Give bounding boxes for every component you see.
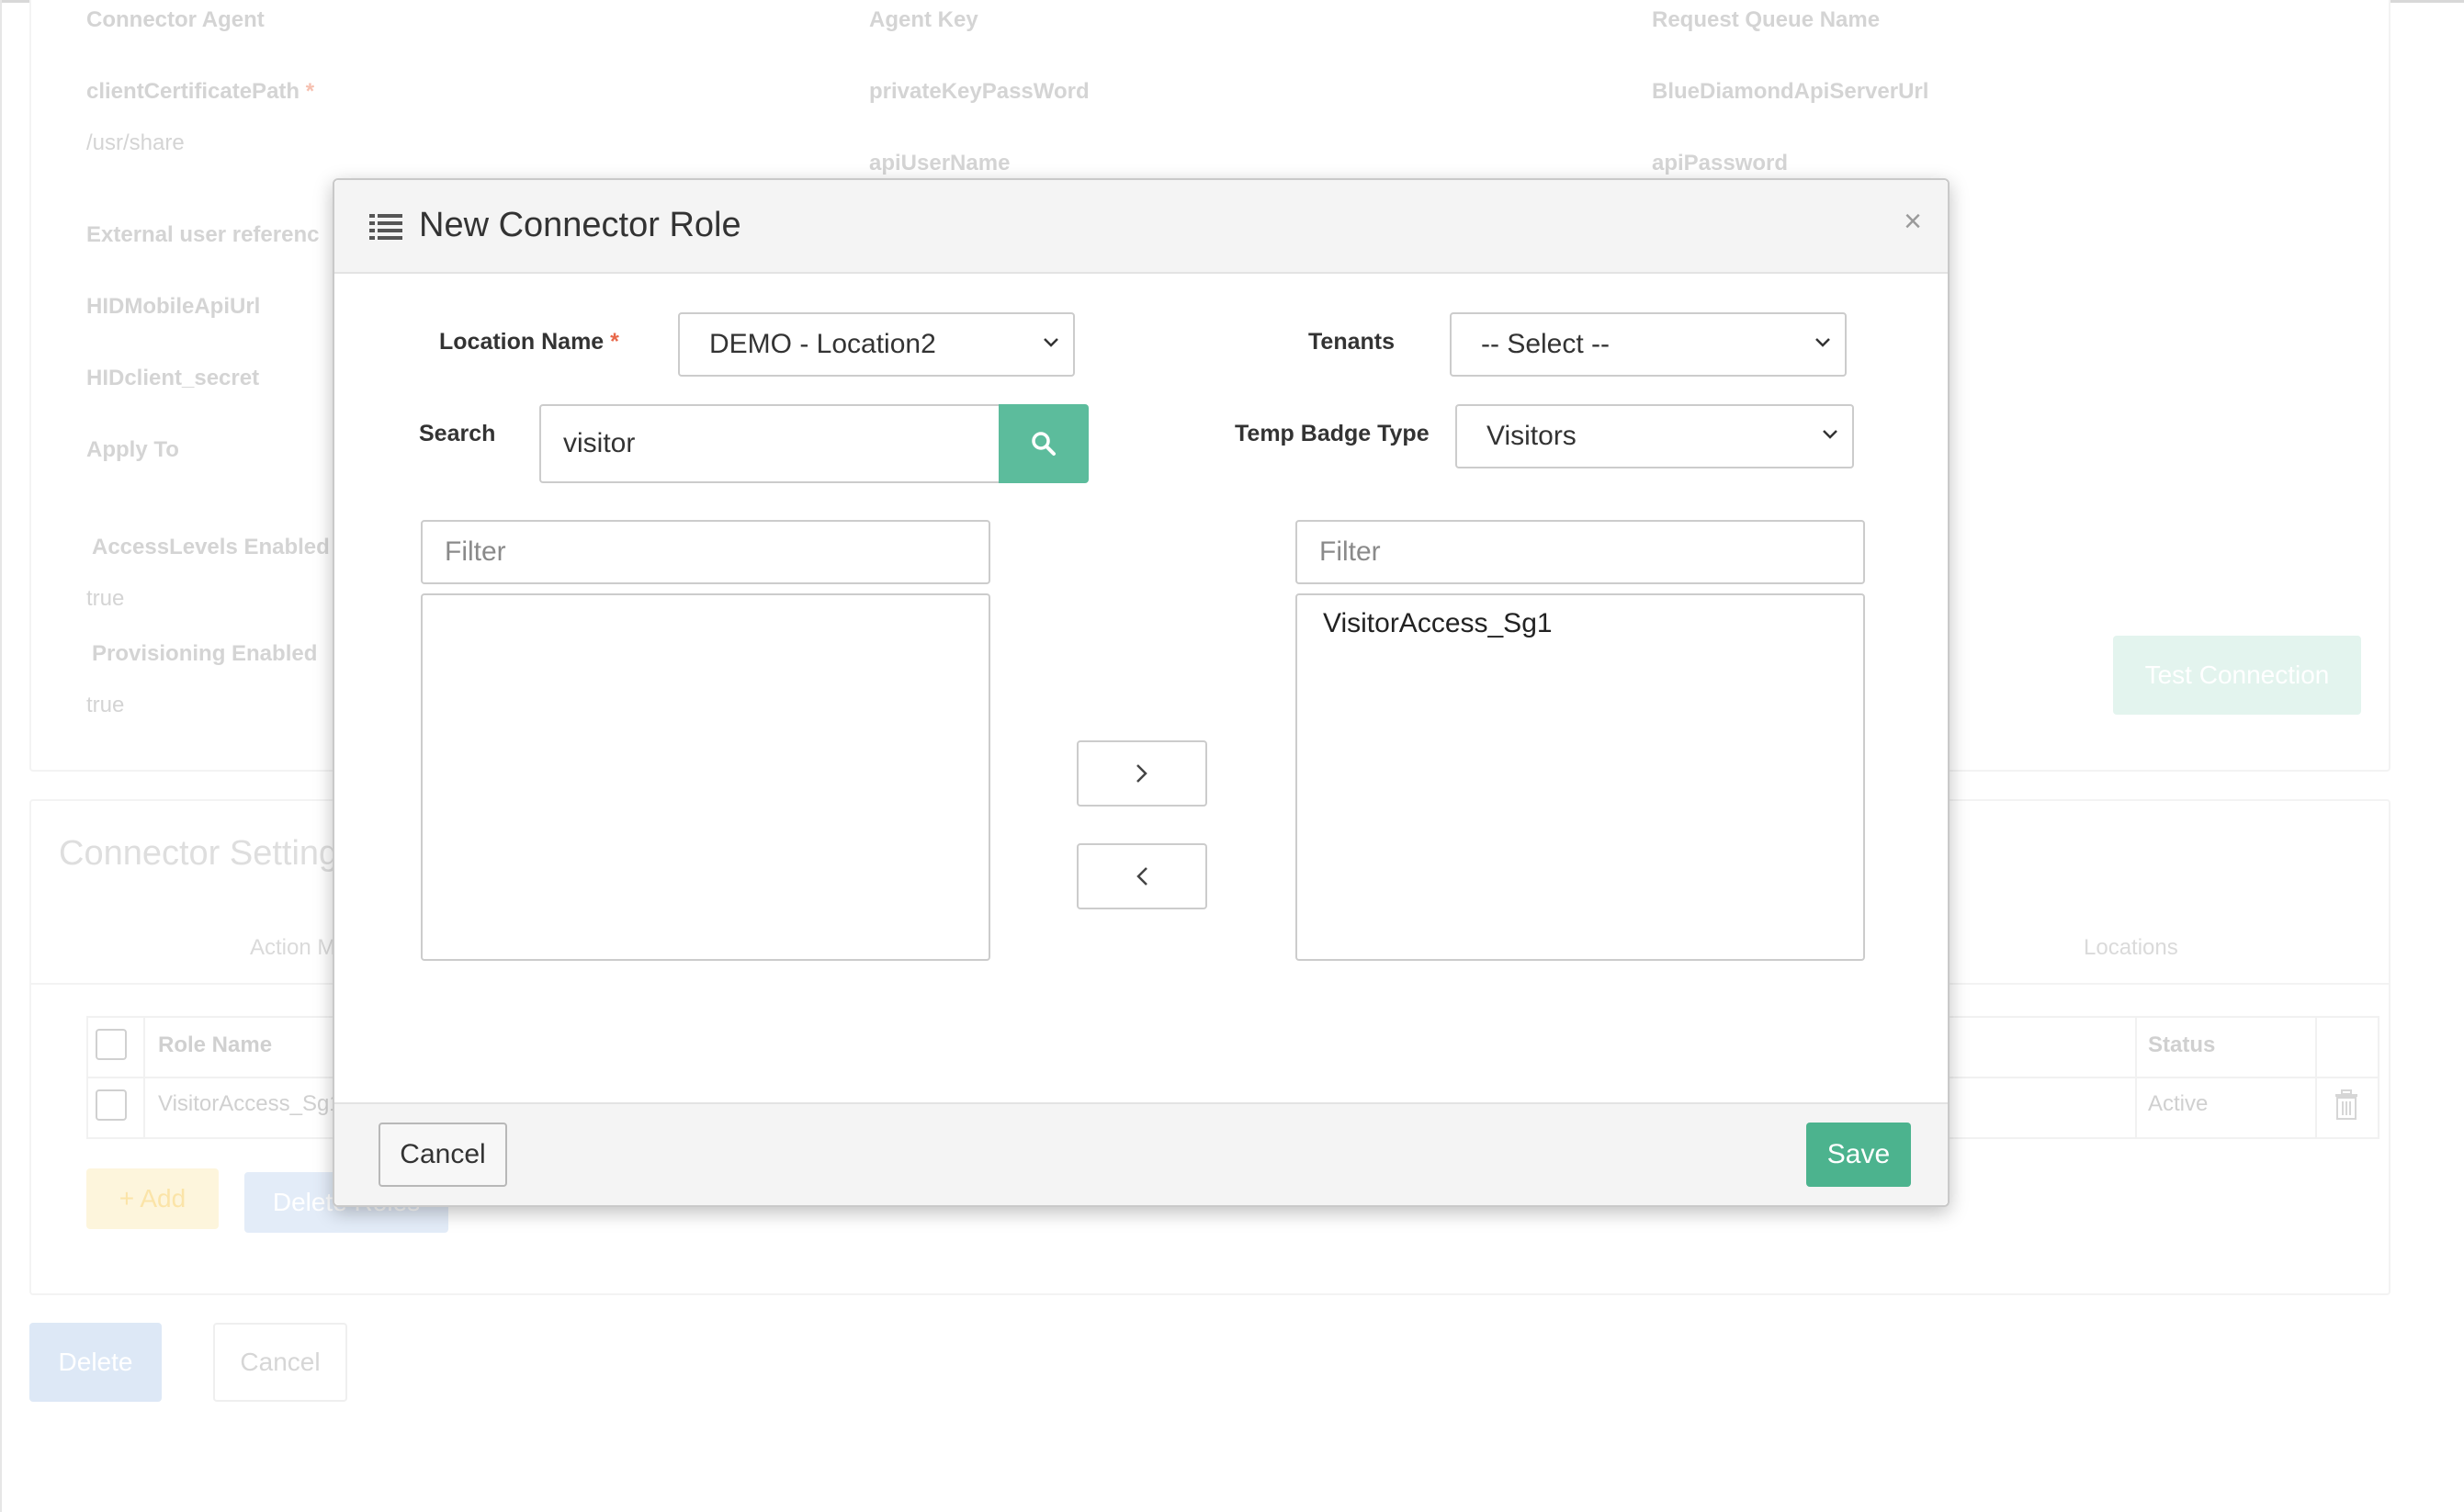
field-label-hid-client-secret: HIDclient_secret [86,366,260,390]
required-mark: * [305,79,315,104]
chevron-left-icon [1136,867,1147,886]
field-label-api-password: apiPassword [1652,151,1789,175]
chevron-right-icon [1136,764,1147,783]
column-header-status: Status [2148,1032,2216,1057]
modal-header: New Connector Role × [334,180,1948,274]
field-value-client-cert-path: /usr/share [86,130,185,155]
chevron-down-icon [1815,338,1830,347]
tenants-value: -- Select -- [1481,329,1611,359]
page-cancel-button[interactable]: Cancel [213,1323,347,1402]
field-label-client-cert-path: clientCertificatePath * [86,79,314,105]
new-connector-role-modal: New Connector Role × Location Name * DEM… [333,178,1950,1207]
field-label-agent-key: Agent Key [869,7,978,32]
temp-badge-type-label: Temp Badge Type [1235,421,1430,446]
field-label-provisioning-enabled: Provisioning Enabled [92,641,318,666]
tab-action-mapping[interactable]: Action M [250,935,335,961]
cancel-button[interactable]: Cancel [379,1123,507,1187]
temp-badge-type-value: Visitors [1486,421,1577,451]
field-label-bluediamond-url: BlueDiamondApiServerUrl [1652,79,1929,104]
search-icon [1032,432,1056,456]
row-checkbox[interactable] [96,1089,127,1121]
field-label-hid-mobile-api-url: HIDMobileApiUrl [86,294,261,319]
field-label-private-key-password: privateKeyPassWord [869,79,1090,104]
modal-title: New Connector Role [419,206,741,244]
cell-role-name: VisitorAccess_Sg1 [158,1091,342,1116]
selected-roles-list[interactable]: VisitorAccess_Sg1 [1295,593,1865,961]
field-label-client-cert-path-text: clientCertificatePath [86,79,300,104]
field-label-connector-agent: Connector Agent [86,7,265,32]
select-all-checkbox[interactable] [96,1029,127,1060]
field-label-apply-to: Apply To [86,437,179,462]
selected-roles-filter[interactable]: Filter [1295,520,1865,584]
table-col-divider [143,1016,145,1139]
required-mark: * [610,329,619,355]
field-label-access-levels-enabled: AccessLevels Enabled [92,535,330,559]
move-left-button[interactable] [1077,843,1207,909]
location-name-value: DEMO - Location2 [709,329,936,359]
location-name-label-text: Location Name [439,329,605,355]
column-header-role-name: Role Name [158,1032,273,1057]
temp-badge-type-select[interactable]: Visitors [1455,404,1854,468]
tab-locations[interactable]: Locations [2084,935,2178,961]
available-roles-list[interactable] [421,593,990,961]
tenants-select[interactable]: -- Select -- [1450,312,1847,377]
table-col-divider [2135,1016,2137,1139]
location-name-select[interactable]: DEMO - Location2 [678,312,1075,377]
save-button[interactable]: Save [1806,1123,1911,1187]
cell-status: Active [2148,1091,2209,1116]
search-button[interactable] [999,404,1089,483]
list-icon [369,214,402,240]
location-name-label: Location Name * [439,329,619,355]
search-label: Search [419,421,496,446]
chevron-down-icon [1044,338,1058,347]
table-col-divider [2315,1016,2317,1139]
available-roles-filter[interactable]: Filter [421,520,990,584]
field-label-api-user-name: apiUserName [869,151,1011,175]
field-value-provisioning-enabled: true [86,693,125,717]
delete-button[interactable]: Delete [29,1323,162,1402]
close-icon[interactable]: × [1904,206,1922,237]
tenants-label: Tenants [1308,329,1395,355]
trash-icon[interactable] [2334,1089,2359,1121]
search-input[interactable]: visitor [539,404,999,483]
chevron-down-icon [1823,430,1837,439]
section-title-connector-settings: Connector Setting [59,834,339,873]
test-connection-button[interactable]: Test Connection [2113,636,2361,715]
modal-footer: Cancel Save [334,1102,1948,1205]
add-role-button[interactable]: + Add [86,1168,219,1229]
list-item[interactable]: VisitorAccess_Sg1 [1323,608,1553,639]
field-label-request-queue-name: Request Queue Name [1652,7,1881,32]
field-value-access-levels-enabled: true [86,586,125,611]
left-border [0,0,2,1512]
field-label-external-user-ref: External user referenc [86,222,320,247]
move-right-button[interactable] [1077,740,1207,807]
